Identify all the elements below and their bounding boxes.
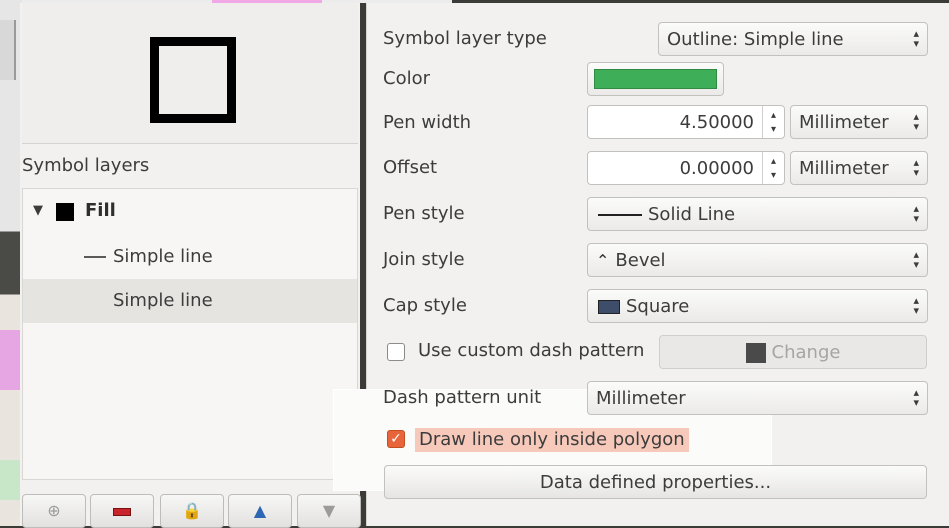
color-label: Color <box>383 68 430 89</box>
select-value: Square <box>626 296 690 317</box>
pen-width-label: Pen width <box>383 112 472 133</box>
tree-item-label: Fill <box>85 200 116 221</box>
updown-arrows-icon: ▴ ▾ <box>913 248 919 271</box>
updown-arrows-icon: ▴ ▾ <box>913 156 919 179</box>
preview-square-icon <box>150 37 236 123</box>
custom-dash-checkbox[interactable] <box>387 343 405 361</box>
tree-item-simple-line-selected[interactable]: Simple line <box>23 279 357 323</box>
line-glyph-icon <box>84 256 106 258</box>
bevel-join-icon: ⌃ <box>596 251 610 270</box>
change-dash-button[interactable]: Change <box>659 335 927 369</box>
updown-arrows-icon: ▴ ▾ <box>913 294 919 317</box>
color-swatch <box>594 69 717 89</box>
solid-line-icon <box>598 214 642 216</box>
spin-arrows-icon[interactable]: ▴ ▾ <box>762 106 784 138</box>
updown-arrows-icon: ▴ ▾ <box>913 202 919 225</box>
draw-inside-polygon-label: Draw line only inside polygon <box>415 428 689 452</box>
map-feature <box>0 330 22 390</box>
remove-layer-button[interactable] <box>90 494 154 528</box>
dash-pattern-unit-label: Dash pattern unit <box>383 387 542 408</box>
square-cap-icon <box>598 300 620 314</box>
lock-icon: 🔒 <box>182 501 202 520</box>
map-feature <box>0 20 16 80</box>
draw-inside-polygon-checkbox[interactable]: ✓ <box>387 430 405 448</box>
button-label: Change <box>771 342 841 363</box>
tree-item-simple-line[interactable]: Simple line <box>23 235 357 279</box>
map-canvas-fragment <box>0 0 22 526</box>
pen-style-label: Pen style <box>383 203 465 224</box>
join-style-label: Join style <box>383 249 465 270</box>
select-value: Outline: Simple line <box>667 29 844 50</box>
updown-arrows-icon: ▴ ▾ <box>913 110 919 133</box>
move-up-icon: ▲ <box>253 501 267 520</box>
add-layer-button[interactable]: ⊕ <box>22 494 86 528</box>
offset-spinbox[interactable]: 0.00000 ▴ ▾ <box>587 151 785 185</box>
cap-style-select[interactable]: Square ▴ ▾ <box>587 289 928 323</box>
pen-width-spinbox[interactable]: 4.50000 ▴ ▾ <box>587 105 785 139</box>
move-up-button[interactable]: ▲ <box>228 494 292 528</box>
lock-layer-button[interactable]: 🔒 <box>160 494 224 528</box>
cap-style-label: Cap style <box>383 295 467 316</box>
custom-dash-label: Use custom dash pattern <box>418 340 645 361</box>
symbol-layer-type-select[interactable]: Outline: Simple line ▴ ▾ <box>658 22 928 56</box>
select-value: Millimeter <box>596 388 686 409</box>
select-value: Bevel <box>615 250 666 271</box>
spin-arrows-icon[interactable]: ▴ ▾ <box>762 152 784 184</box>
map-feature <box>0 460 22 500</box>
select-value: Millimeter <box>799 158 889 179</box>
symbol-layers-heading: Symbol layers <box>22 155 150 176</box>
select-value: Millimeter <box>799 112 889 133</box>
tree-item-label: Simple line <box>113 246 213 267</box>
dash-pattern-icon <box>745 343 766 363</box>
offset-label: Offset <box>383 157 438 178</box>
data-defined-properties-button[interactable]: Data defined properties... <box>384 465 927 499</box>
updown-arrows-icon: ▴ ▾ <box>913 27 919 50</box>
pen-width-unit-select[interactable]: Millimeter ▴ ▾ <box>790 105 928 139</box>
select-value: Solid Line <box>648 204 736 225</box>
tree-item-fill[interactable]: ▼ Fill <box>23 189 357 233</box>
color-picker-button[interactable] <box>587 62 724 96</box>
collapse-triangle-icon[interactable]: ▼ <box>33 189 43 233</box>
remove-icon <box>113 507 131 516</box>
tree-item-label: Simple line <box>113 290 213 311</box>
move-down-button[interactable]: ▼ <box>297 494 361 528</box>
add-icon: ⊕ <box>47 501 61 520</box>
join-style-select[interactable]: ⌃ Bevel ▴ ▾ <box>587 243 928 277</box>
symbol-layer-type-label: Symbol layer type <box>383 28 547 49</box>
move-down-icon: ▼ <box>322 501 336 520</box>
updown-arrows-icon: ▴ ▾ <box>913 386 919 409</box>
symbol-preview <box>22 3 358 144</box>
spinbox-value: 4.50000 <box>679 112 754 133</box>
fill-swatch-icon <box>56 203 74 221</box>
spinbox-value: 0.00000 <box>679 158 754 179</box>
pen-style-select[interactable]: Solid Line ▴ ▾ <box>587 197 928 231</box>
offset-unit-select[interactable]: Millimeter ▴ ▾ <box>790 151 928 185</box>
dash-pattern-unit-select[interactable]: Millimeter ▴ ▾ <box>587 381 928 415</box>
layer-tools-bar: ⊕ 🔒 ▲ ▼ <box>20 490 361 528</box>
symbol-layer-tree[interactable]: ▼ Fill Simple line Simple line <box>22 188 358 480</box>
